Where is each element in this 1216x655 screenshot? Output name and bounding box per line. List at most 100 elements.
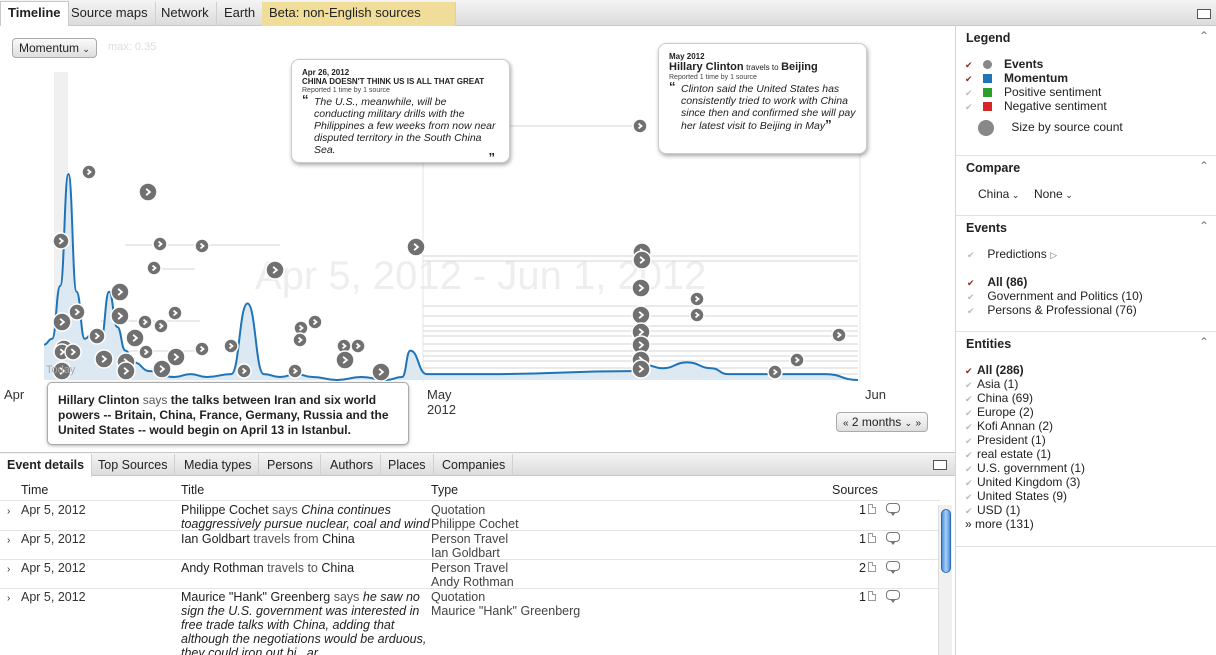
row-title[interactable]: Andy Rothman travels to China: [181, 561, 431, 575]
tab-top-sources[interactable]: Top Sources: [91, 454, 176, 476]
document-icon[interactable]: [868, 533, 876, 543]
check-icon[interactable]: ✔: [967, 248, 979, 262]
comment-icon[interactable]: [886, 561, 900, 574]
event-marker[interactable]: [138, 344, 154, 360]
tab-network[interactable]: Network: [154, 2, 217, 26]
event-marker[interactable]: [81, 164, 97, 180]
check-icon[interactable]: ✔: [965, 364, 977, 378]
event-marker[interactable]: [52, 232, 70, 250]
entity-item[interactable]: ✔ United Kingdom (3): [965, 475, 1080, 490]
check-icon[interactable]: ✔: [965, 448, 977, 462]
event-marker[interactable]: [631, 359, 651, 379]
entity-item[interactable]: ✔ Kofi Annan (2): [965, 419, 1053, 434]
entity-item[interactable]: ✔ President (1): [965, 433, 1046, 448]
entity-item[interactable]: ✔ Asia (1): [965, 377, 1018, 392]
collapse-icon[interactable]: ⌃: [1199, 335, 1209, 349]
event-marker[interactable]: [152, 236, 168, 252]
expand-row-icon[interactable]: ›: [7, 505, 10, 519]
event-marker[interactable]: [236, 363, 252, 379]
check-icon[interactable]: ✔: [965, 504, 977, 518]
event-marker[interactable]: [88, 327, 106, 345]
event-callout-apr26[interactable]: Apr 26, 2012 CHINA DOESN'T THINK US IS A…: [291, 59, 510, 164]
event-marker[interactable]: [335, 350, 355, 370]
entity-item[interactable]: ✔ Europe (2): [965, 405, 1034, 420]
check-icon[interactable]: ✔: [967, 304, 979, 318]
event-marker[interactable]: [292, 332, 308, 348]
check-icon[interactable]: ✔: [967, 290, 979, 304]
event-marker[interactable]: [94, 349, 114, 369]
tab-earth[interactable]: Earth: [217, 2, 264, 26]
event-marker[interactable]: [194, 341, 210, 357]
tab-timeline[interactable]: Timeline: [0, 1, 69, 27]
tab-places[interactable]: Places: [381, 454, 434, 476]
event-marker[interactable]: [631, 278, 651, 298]
table-row[interactable]: › Apr 5, 2012 Maurice "Hank" Greenberg say…: [0, 589, 940, 655]
check-icon[interactable]: ✔: [965, 490, 977, 504]
maximize-icon[interactable]: [933, 460, 947, 470]
row-title[interactable]: Maurice "Hank" Greenberg says he saw no …: [181, 590, 431, 655]
table-scrollbar[interactable]: [938, 505, 952, 655]
event-marker[interactable]: [153, 318, 169, 334]
event-marker[interactable]: [137, 314, 153, 330]
document-icon[interactable]: [868, 591, 876, 601]
expand-row-icon[interactable]: ›: [7, 592, 10, 606]
tab-event-details[interactable]: Event details: [0, 454, 93, 477]
check-icon[interactable]: ✔: [967, 276, 979, 290]
compare-second-dropdown[interactable]: None ⌄: [1034, 187, 1073, 202]
event-marker[interactable]: [110, 282, 130, 302]
event-marker[interactable]: [371, 362, 391, 382]
event-marker[interactable]: [307, 314, 323, 330]
event-marker[interactable]: [68, 303, 86, 321]
event-marker[interactable]: [689, 307, 705, 323]
event-marker[interactable]: [194, 238, 210, 254]
column-sources[interactable]: Sources: [832, 483, 878, 497]
document-icon[interactable]: [868, 562, 876, 572]
collapse-icon[interactable]: ⌃: [1199, 159, 1209, 173]
events-predictions[interactable]: ✔ Predictions ▷: [967, 247, 1057, 262]
comment-icon[interactable]: [886, 532, 900, 545]
event-marker[interactable]: [632, 118, 648, 134]
entity-item[interactable]: ✔ All (286): [965, 363, 1024, 378]
events-item-all[interactable]: ✔ All (86): [967, 275, 1027, 290]
event-marker[interactable]: [406, 237, 426, 257]
legend-item-events[interactable]: ✔ Events: [965, 57, 1043, 72]
event-marker[interactable]: [689, 291, 705, 307]
events-item-government[interactable]: ✔ Government and Politics (10): [967, 289, 1143, 304]
row-title[interactable]: Ian Goldbart travels from China: [181, 532, 431, 546]
event-marker[interactable]: [632, 250, 652, 270]
event-marker[interactable]: [110, 306, 130, 326]
range-dropdown[interactable]: 2 months: [852, 415, 901, 429]
entity-item[interactable]: ✔ real estate (1): [965, 447, 1051, 462]
event-marker[interactable]: [287, 363, 303, 379]
range-prev-button[interactable]: «: [843, 418, 849, 429]
tab-beta-non-english[interactable]: Beta: non-English sources found: [262, 2, 456, 42]
compare-first-dropdown[interactable]: China ⌄: [978, 187, 1019, 202]
check-icon[interactable]: ✔: [965, 58, 977, 72]
column-type[interactable]: Type: [431, 483, 458, 497]
event-marker[interactable]: [789, 352, 805, 368]
legend-item-negative[interactable]: ✔ Negative sentiment: [965, 99, 1107, 114]
event-marker[interactable]: [116, 361, 136, 381]
check-icon[interactable]: ✔: [965, 392, 977, 406]
event-marker[interactable]: [831, 327, 847, 343]
event-marker[interactable]: [125, 328, 145, 348]
range-next-button[interactable]: »: [916, 418, 922, 429]
tab-media-types[interactable]: Media types: [177, 454, 260, 476]
scrollbar-thumb[interactable]: [941, 509, 951, 573]
collapse-icon[interactable]: ⌃: [1199, 219, 1209, 233]
column-time[interactable]: Time: [21, 483, 48, 497]
tab-companies[interactable]: Companies: [435, 454, 514, 476]
entity-item[interactable]: ✔ United States (9): [965, 489, 1067, 504]
check-icon[interactable]: ✔: [965, 434, 977, 448]
event-marker[interactable]: [64, 343, 82, 361]
column-title[interactable]: Title: [181, 483, 204, 497]
entity-item[interactable]: ✔ China (69): [965, 391, 1033, 406]
event-callout-clinton-beijing[interactable]: May 2012 Hillary Clinton travels to Beij…: [658, 43, 867, 154]
tab-authors[interactable]: Authors: [323, 454, 382, 476]
maximize-icon[interactable]: [1197, 9, 1211, 19]
event-marker[interactable]: [146, 260, 162, 276]
table-row[interactable]: › Apr 5, 2012 Andy Rothman travels to Chin…: [0, 560, 940, 589]
check-icon[interactable]: ✔: [965, 462, 977, 476]
check-icon[interactable]: ✔: [965, 100, 977, 114]
event-marker[interactable]: [52, 312, 72, 332]
